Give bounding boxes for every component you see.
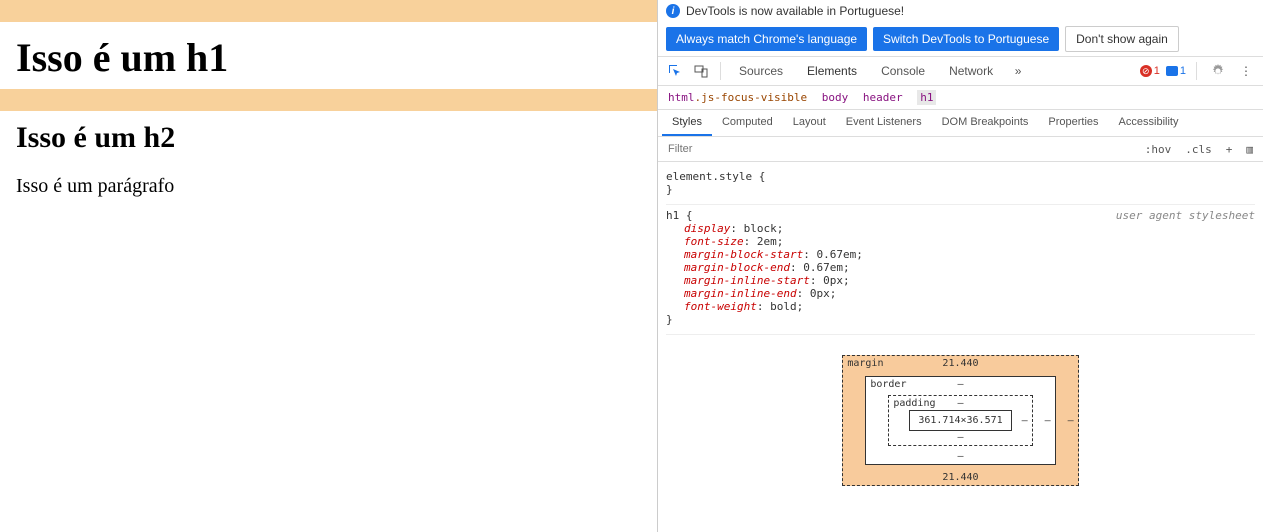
tab-sources[interactable]: Sources <box>729 58 793 84</box>
box-model-padding-bottom: – <box>957 432 963 443</box>
toolbar-separator <box>720 62 721 80</box>
val-display[interactable]: block <box>744 222 777 235</box>
styles-subtabs: Styles Computed Layout Event Listeners D… <box>658 110 1263 137</box>
toolbar-right: 1 1 ⋮ <box>1140 60 1257 82</box>
styles-pane: element.style { } user agent stylesheet … <box>658 162 1263 532</box>
box-model-margin-label: margin <box>847 358 883 369</box>
rule-close-brace: } <box>666 183 673 196</box>
rule-source-ua: user agent stylesheet <box>1116 209 1255 222</box>
inspect-element-icon[interactable] <box>664 60 686 82</box>
styles-filter-row: :hov .cls + ▥ <box>658 137 1263 162</box>
devtools-panel: i DevTools is now available in Portugues… <box>658 0 1263 532</box>
cls-toggle[interactable]: .cls <box>1181 141 1216 158</box>
val-margin-inline-end[interactable]: 0px <box>810 287 830 300</box>
box-model-margin-top: 21.440 <box>942 358 978 369</box>
breadcrumb-h1[interactable]: h1 <box>917 90 936 105</box>
page-h2[interactable]: Isso é um h2 <box>16 121 641 155</box>
dismiss-banner-button[interactable]: Don't show again <box>1065 26 1179 52</box>
tab-network[interactable]: Network <box>939 58 1003 84</box>
prop-margin-block-start[interactable]: margin-block-start <box>684 248 803 261</box>
language-banner-actions: Always match Chrome's language Switch De… <box>658 22 1263 56</box>
val-margin-block-end[interactable]: 0.67em <box>803 261 843 274</box>
margin-highlight-top <box>0 0 657 22</box>
rendered-page: Isso é um h1 Isso é um h2 Isso é um pará… <box>0 0 658 532</box>
val-margin-inline-start[interactable]: 0px <box>823 274 843 287</box>
match-language-button[interactable]: Always match Chrome's language <box>666 27 867 51</box>
styles-filter-input[interactable] <box>664 139 1135 159</box>
box-model-padding-top: – <box>957 398 963 409</box>
box-model-diagram[interactable]: margin 21.440 21.440 – border – – – padd… <box>666 335 1255 506</box>
rule-close-brace: } <box>666 313 673 326</box>
val-font-weight[interactable]: bold <box>770 300 797 313</box>
switch-language-button[interactable]: Switch DevTools to Portuguese <box>873 27 1059 51</box>
prop-display[interactable]: display <box>684 222 730 235</box>
margin-highlight-bottom <box>0 89 657 111</box>
rule-h1[interactable]: user agent stylesheet h1 { display: bloc… <box>666 205 1255 335</box>
box-model-margin-right: – <box>1068 415 1074 426</box>
subtab-properties[interactable]: Properties <box>1038 110 1108 136</box>
selector-h1: h1 { <box>666 209 693 222</box>
box-model-border[interactable]: border – – – padding – – – 361.714×36.57… <box>865 376 1055 465</box>
prop-margin-inline-end[interactable]: margin-inline-end <box>684 287 797 300</box>
banner-message: DevTools is now available in Portuguese! <box>686 4 904 18</box>
error-count-badge[interactable]: 1 <box>1140 65 1160 77</box>
subtab-styles[interactable]: Styles <box>662 110 712 136</box>
devtools-toolbar: Sources Elements Console Network » 1 1 ⋮ <box>658 56 1263 86</box>
breadcrumb-body[interactable]: body <box>822 91 849 104</box>
box-model-border-top: – <box>957 379 963 390</box>
val-margin-block-start[interactable]: 0.67em <box>816 248 856 261</box>
prop-font-size[interactable]: font-size <box>684 235 744 248</box>
box-model-border-right: – <box>1045 415 1051 426</box>
more-tabs-icon[interactable]: » <box>1007 60 1029 82</box>
toolbar-separator <box>1196 62 1197 80</box>
val-font-size[interactable]: 2em <box>757 235 777 248</box>
subtab-computed[interactable]: Computed <box>712 110 783 136</box>
selector-element-style: element.style { <box>666 170 765 183</box>
prop-margin-inline-start[interactable]: margin-inline-start <box>684 274 810 287</box>
breadcrumb-html-class: .js-focus-visible <box>695 91 808 104</box>
tab-console[interactable]: Console <box>871 58 935 84</box>
subtab-event-listeners[interactable]: Event Listeners <box>836 110 932 136</box>
language-banner: i DevTools is now available in Portugues… <box>658 0 1263 22</box>
box-model-margin[interactable]: margin 21.440 21.440 – border – – – padd… <box>842 355 1078 486</box>
box-model-border-bottom: – <box>957 451 963 462</box>
box-model-content[interactable]: 361.714×36.571 <box>909 410 1011 431</box>
tab-elements[interactable]: Elements <box>797 58 867 84</box>
device-toggle-icon[interactable] <box>690 60 712 82</box>
toggle-computed-sidebar-icon[interactable]: ▥ <box>1242 141 1257 158</box>
hov-toggle[interactable]: :hov <box>1141 141 1176 158</box>
gear-icon[interactable] <box>1207 60 1229 82</box>
box-model-padding-right: – <box>1022 415 1028 426</box>
box-model-border-label: border <box>870 379 906 390</box>
prop-font-weight[interactable]: font-weight <box>684 300 757 313</box>
new-style-rule-icon[interactable]: + <box>1222 141 1237 158</box>
breadcrumb-html[interactable]: html <box>668 91 695 104</box>
page-h1[interactable]: Isso é um h1 <box>16 34 641 81</box>
issues-count-badge[interactable]: 1 <box>1166 65 1186 77</box>
subtab-layout[interactable]: Layout <box>783 110 836 136</box>
subtab-dom-breakpoints[interactable]: DOM Breakpoints <box>932 110 1039 136</box>
kebab-menu-icon[interactable]: ⋮ <box>1235 60 1257 82</box>
box-model-padding-label: padding <box>893 398 935 409</box>
info-icon: i <box>666 4 680 18</box>
breadcrumb-header[interactable]: header <box>863 91 903 104</box>
rule-element-style[interactable]: element.style { } <box>666 166 1255 205</box>
dom-breadcrumb[interactable]: html.js-focus-visible body header h1 <box>658 86 1263 110</box>
box-model-padding[interactable]: padding – – – 361.714×36.571 <box>888 395 1032 446</box>
box-model-margin-bottom: 21.440 <box>942 472 978 483</box>
page-paragraph[interactable]: Isso é um parágrafo <box>16 175 641 198</box>
subtab-accessibility[interactable]: Accessibility <box>1109 110 1189 136</box>
prop-margin-block-end[interactable]: margin-block-end <box>684 261 790 274</box>
